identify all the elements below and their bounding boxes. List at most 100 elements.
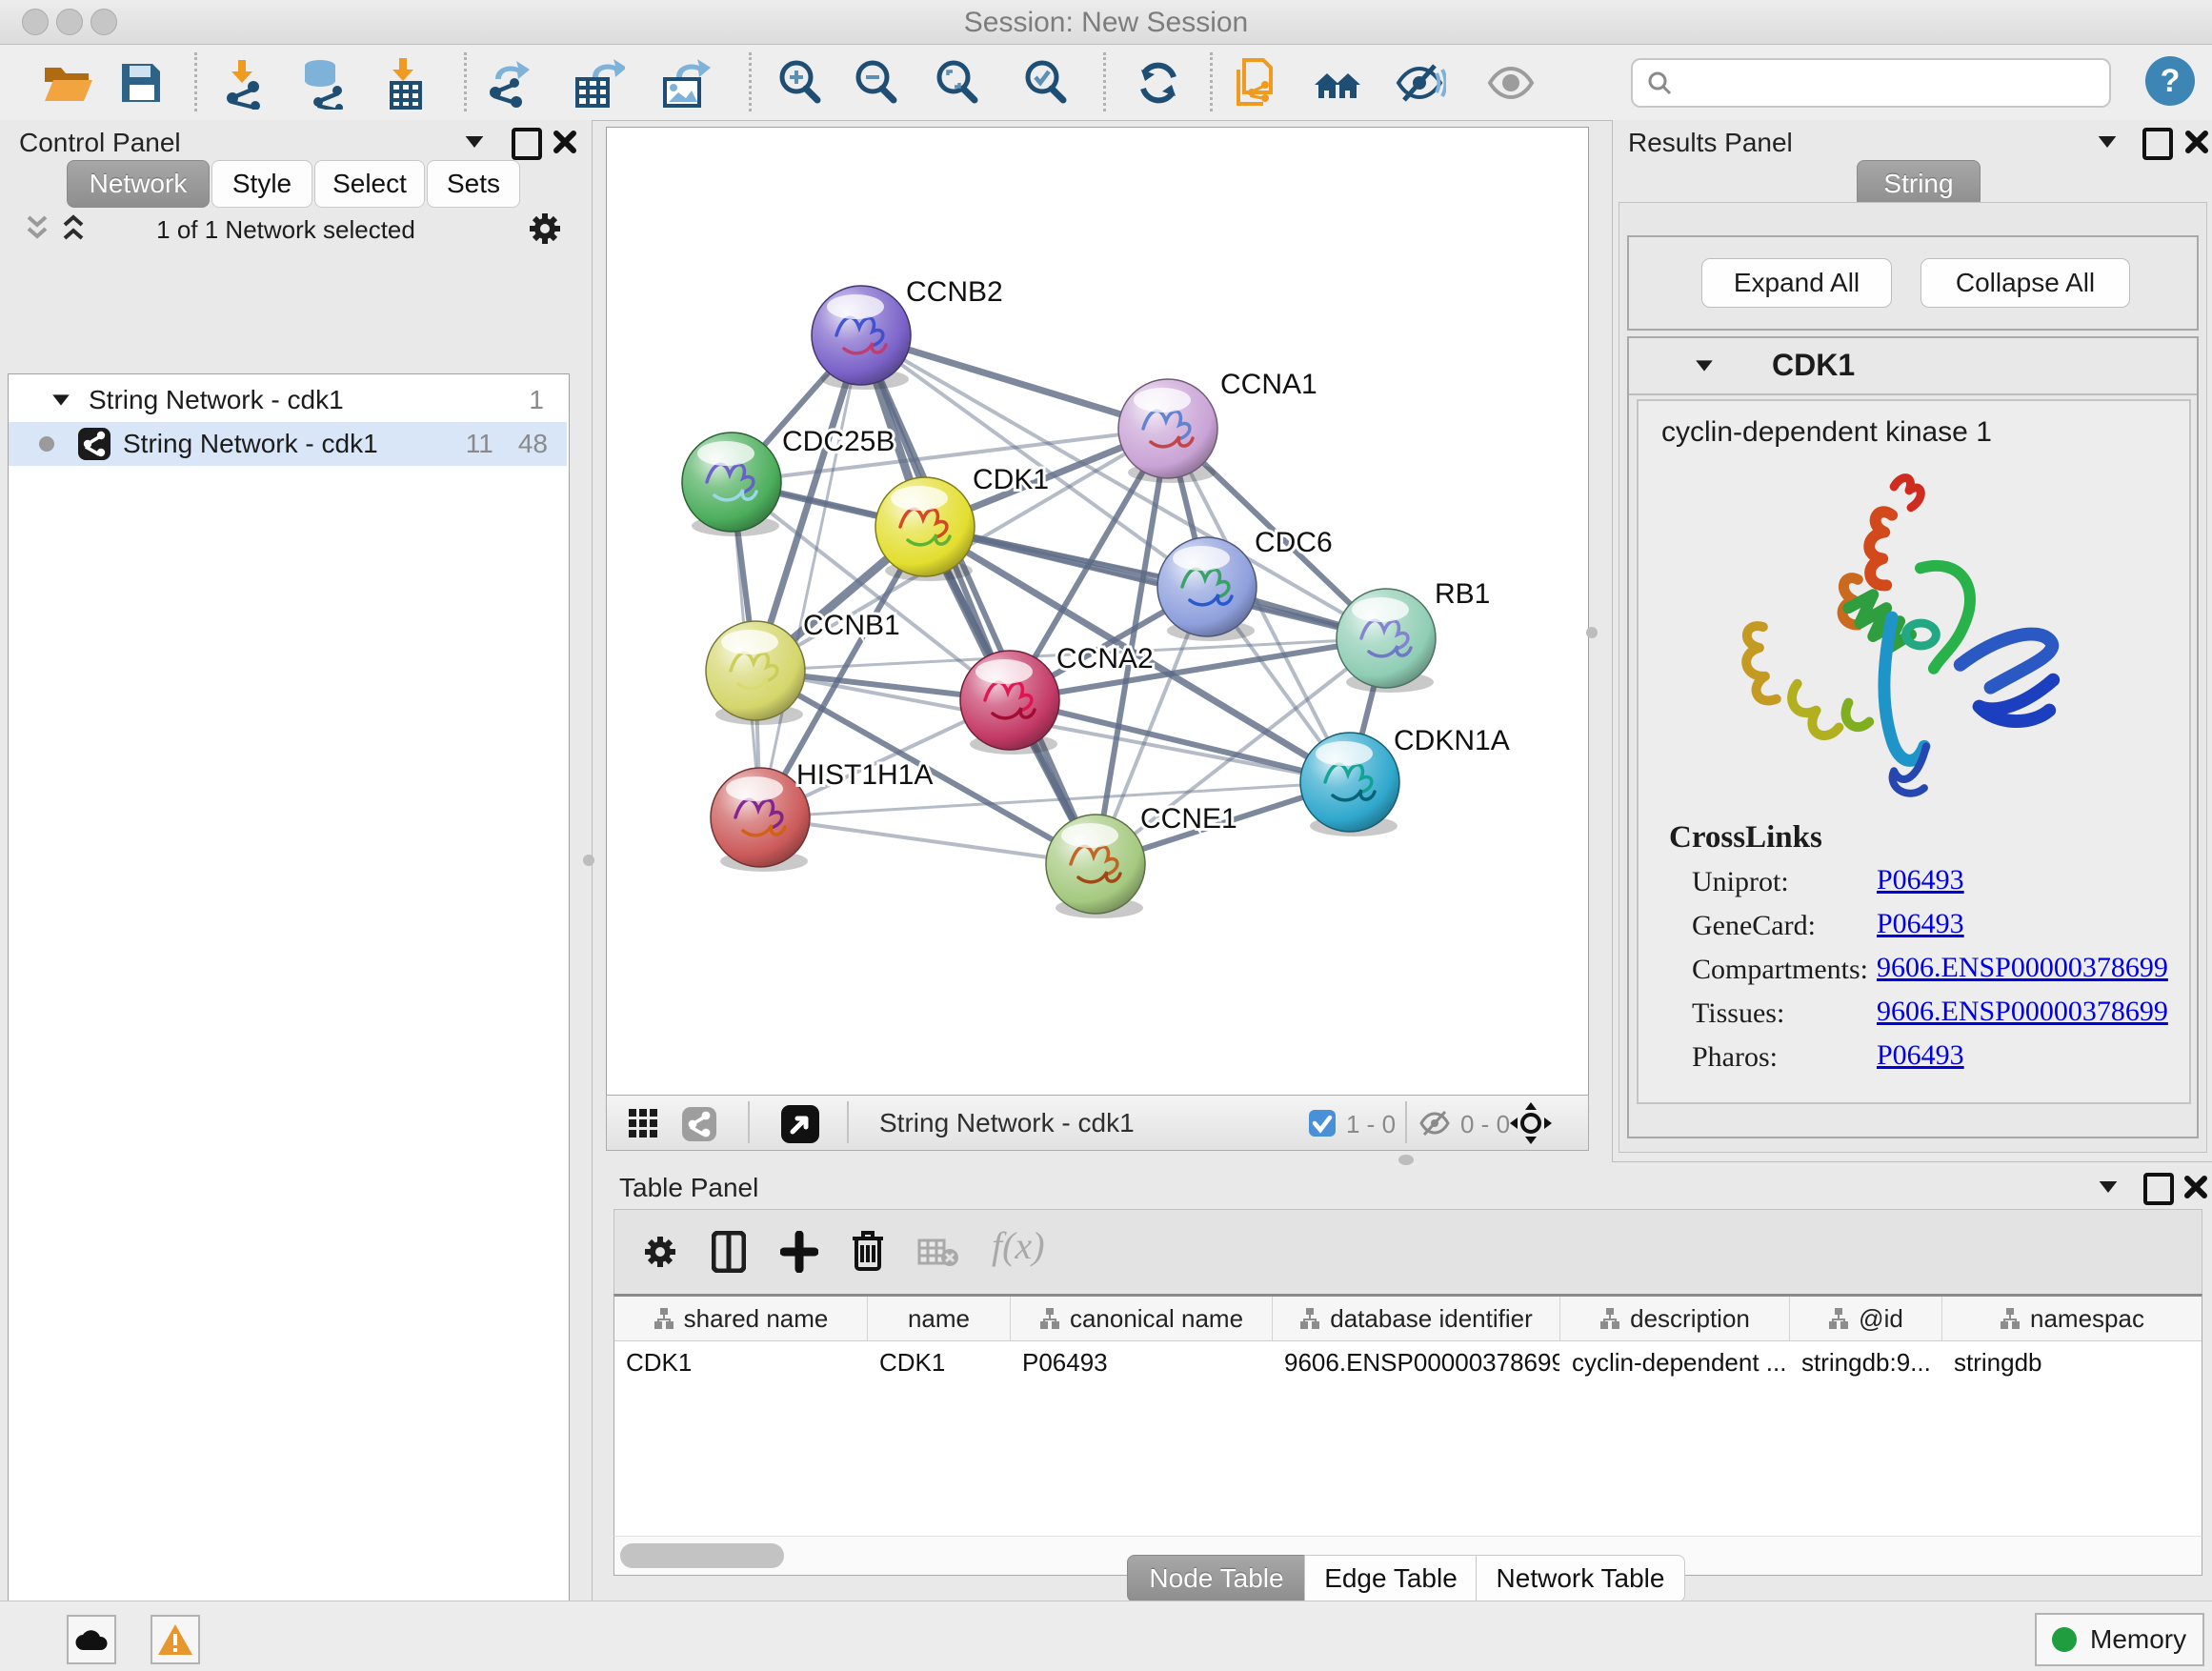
import-network-from-database-button[interactable] [297, 56, 351, 110]
crosslink-uniprot-link[interactable]: P06493 [1877, 864, 1964, 896]
panel-menu-icon[interactable] [466, 136, 484, 148]
close-panel-icon[interactable] [2182, 128, 2211, 156]
network-canvas[interactable]: CCNB2CCNA1CDC25BCDK1CDC6RB1CCNB1CCNA2CDK… [606, 127, 1589, 1096]
splitter-grip[interactable] [1398, 1155, 1414, 1165]
cell-namespace[interactable]: stringdb [1942, 1341, 2202, 1383]
zoom-out-button[interactable] [850, 56, 903, 110]
float-panel-icon[interactable] [2143, 1173, 2174, 1205]
zoom-fit-button[interactable] [931, 56, 984, 110]
column-header-id[interactable]: @id [1790, 1297, 1942, 1341]
string-view-icon[interactable] [681, 1106, 717, 1142]
column-header-database-identifier[interactable]: database identifier [1273, 1297, 1560, 1341]
collapse-all-button[interactable]: Collapse All [1920, 258, 2130, 308]
expand-all-button[interactable]: Expand All [1701, 258, 1892, 308]
pan-crosshair-icon[interactable] [1510, 1102, 1552, 1144]
import-table-button[interactable] [378, 56, 432, 110]
network-edge[interactable] [760, 817, 1096, 864]
network-options-gear-icon[interactable] [526, 210, 564, 248]
network-view-toolbar: String Network - cdk1 1 - 0 0 - 0 [606, 1095, 1589, 1151]
birds-eye-view-icon[interactable] [628, 1108, 658, 1138]
protein-header-row[interactable]: CDK1 [1629, 338, 2197, 395]
open-file-button[interactable] [40, 56, 93, 110]
search-input[interactable] [1684, 64, 2098, 100]
tab-network[interactable]: Network [67, 160, 210, 208]
tab-edge-table[interactable]: Edge Table [1304, 1555, 1478, 1602]
save-session-button[interactable] [114, 56, 168, 110]
show-columns-icon[interactable] [712, 1231, 746, 1273]
float-panel-icon[interactable] [2142, 128, 2173, 160]
cell-shared-name[interactable]: CDK1 [614, 1341, 867, 1383]
expand-all-tree-icon[interactable] [59, 213, 88, 244]
tab-network-table[interactable]: Network Table [1476, 1555, 1685, 1602]
collapse-all-tree-icon[interactable] [23, 213, 51, 244]
tree-icon [1828, 1307, 1849, 1330]
table-toolbar: f(x) [613, 1209, 2202, 1295]
edge-count: 48 [518, 429, 548, 459]
help-button[interactable]: ? [2145, 56, 2195, 106]
crosslink-label: Compartments: [1692, 954, 1868, 986]
splitter-grip[interactable] [583, 855, 594, 866]
warnings-button[interactable] [151, 1615, 200, 1664]
export-image-button[interactable] [657, 56, 711, 110]
delete-column-trash-icon[interactable] [851, 1229, 885, 1273]
memory-button[interactable]: Memory [2035, 1613, 2204, 1666]
splitter-grip[interactable] [1586, 627, 1598, 638]
cell-description[interactable]: cyclin-dependent ... [1560, 1341, 1789, 1383]
tab-node-table[interactable]: Node Table [1127, 1555, 1306, 1602]
scrollbar-thumb[interactable] [620, 1543, 784, 1568]
toolbar-separator [1210, 52, 1213, 111]
create-column-plus-icon[interactable] [780, 1231, 818, 1273]
import-network-button[interactable] [217, 56, 271, 110]
cell-id[interactable]: stringdb:9... [1790, 1341, 1941, 1383]
float-panel-icon[interactable] [512, 128, 542, 160]
node-label-cdk1: CDK1 [973, 464, 1049, 495]
show-panel-eye-button[interactable] [1484, 56, 1538, 110]
export-network-button[interactable] [484, 56, 537, 110]
tab-string[interactable]: String [1857, 160, 1981, 208]
column-header-description[interactable]: description [1560, 1297, 1790, 1341]
search-box [1631, 58, 2111, 108]
crosslink-pharos-link[interactable]: P06493 [1877, 1039, 1964, 1072]
table-settings-gear-icon[interactable] [641, 1233, 679, 1271]
duplicate-network-button[interactable] [1229, 56, 1282, 110]
hide-panel-eye-button[interactable] [1393, 56, 1446, 110]
network-collection-row[interactable]: String Network - cdk1 1 [9, 378, 567, 422]
tree-expander-icon[interactable] [52, 394, 70, 405]
cell-canonical-name[interactable]: P06493 [1011, 1341, 1272, 1383]
export-table-button[interactable] [572, 56, 625, 110]
selected-checkbox-icon[interactable] [1308, 1109, 1337, 1137]
section-expander-icon[interactable] [1696, 360, 1713, 371]
cell-database-identifier[interactable]: 9606.ENSP00000378699 [1273, 1341, 1559, 1383]
expand-collapse-box: Expand All Collapse All [1627, 235, 2199, 331]
panel-menu-icon[interactable] [2099, 136, 2117, 148]
column-header-shared-name[interactable]: shared name [614, 1297, 868, 1341]
crosslink-genecard-link[interactable]: P06493 [1877, 908, 1964, 940]
network-graph[interactable]: CCNB2CCNA1CDC25BCDK1CDC6RB1CCNB1CCNA2CDK… [607, 128, 1588, 1095]
network-edge[interactable] [760, 335, 861, 817]
crosslink-compartments-link[interactable]: 9606.ENSP00000378699 [1877, 952, 2168, 984]
panel-menu-icon[interactable] [2100, 1181, 2118, 1193]
protein-section: CDK1 cyclin-dependent kinase 1 CrossLink… [1627, 336, 2199, 1138]
network-row-selected[interactable]: String Network - cdk1 11 48 [9, 422, 567, 466]
crosslink-tissues-link[interactable]: 9606.ENSP00000378699 [1877, 996, 2168, 1028]
toolbar-separator [194, 52, 197, 111]
column-header-canonical-name[interactable]: canonical name [1011, 1297, 1273, 1341]
close-panel-icon[interactable] [551, 128, 579, 156]
cell-name[interactable]: CDK1 [868, 1341, 1010, 1383]
zoom-selected-button[interactable] [1019, 56, 1073, 110]
tab-style[interactable]: Style [211, 160, 312, 208]
node-label-cdkn1a: CDKN1A [1394, 725, 1510, 756]
close-panel-icon[interactable] [2182, 1173, 2210, 1201]
apply-layout-button[interactable] [1132, 56, 1185, 110]
zoom-in-button[interactable] [774, 56, 827, 110]
column-header-name[interactable]: name [868, 1297, 1011, 1341]
cloud-status-button[interactable] [67, 1615, 116, 1664]
function-builder-icon-disabled: f(x) [992, 1223, 1045, 1268]
home-networks-button[interactable] [1311, 56, 1364, 110]
tab-sets[interactable]: Sets [427, 160, 520, 208]
toolbar-separator [1405, 1101, 1407, 1143]
open-in-new-window-icon[interactable] [780, 1104, 820, 1144]
column-header-namespace[interactable]: namespac [1942, 1297, 2202, 1341]
tab-select[interactable]: Select [314, 160, 425, 208]
selected-node-edge-counts: 1 - 0 [1346, 1110, 1396, 1139]
